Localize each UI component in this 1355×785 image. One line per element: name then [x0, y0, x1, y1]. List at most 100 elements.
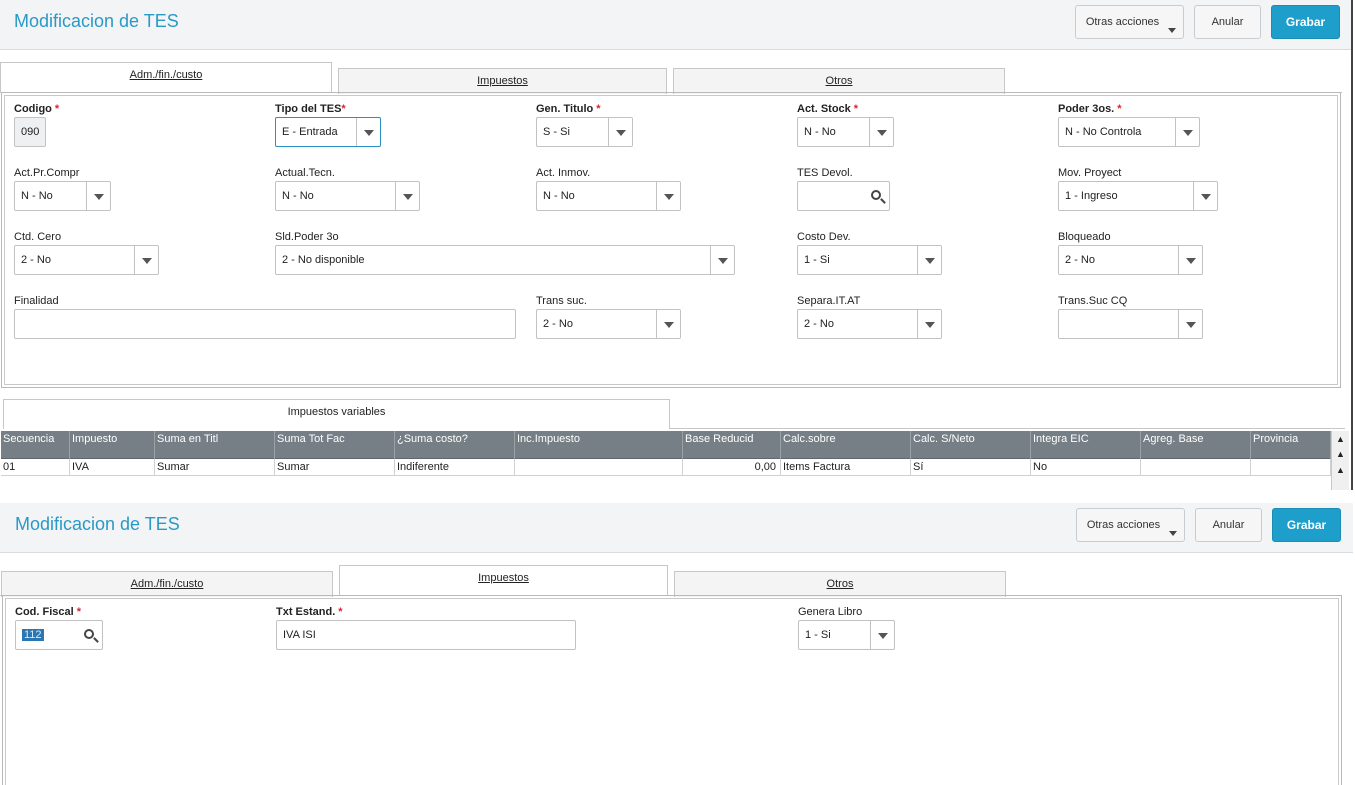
sld-poder-3o-select[interactable]: 2 - No disponible [275, 245, 735, 275]
more-actions-button[interactable]: Otras acciones [1075, 5, 1184, 39]
trans-suc-select[interactable]: 2 - No [536, 309, 681, 339]
costo-dev-label: Costo Dev. [797, 231, 851, 243]
grid-col-header[interactable]: Secuencia [1, 431, 70, 459]
grid-cell[interactable]: Sumar [155, 459, 275, 476]
chevron-down-icon[interactable] [608, 118, 632, 146]
actual-tecn-select[interactable]: N - No [275, 181, 420, 211]
chevron-down-icon[interactable] [710, 246, 734, 274]
finalidad-label: Finalidad [14, 295, 59, 307]
grid-scrollbar[interactable]: ▲ ▲ ▲ [1331, 431, 1349, 490]
separa-it-at-select[interactable]: 2 - No [797, 309, 942, 339]
scroll-top-icon[interactable]: ▲ [1333, 433, 1348, 445]
grid-cell[interactable] [515, 459, 683, 476]
tab-otros[interactable]: Otros [674, 571, 1006, 597]
cancel-button[interactable]: Anular [1194, 5, 1261, 39]
grid-cell[interactable]: IVA [70, 459, 155, 476]
grid-col-header[interactable]: Suma en Titl [155, 431, 275, 459]
trans-suc-label: Trans suc. [536, 295, 587, 307]
tab-impuestos[interactable]: Impuestos [338, 68, 667, 94]
tab-adm-fin-custo[interactable]: Adm./fin./custo [0, 62, 332, 93]
grid-col-header[interactable]: Integra EIC [1031, 431, 1141, 459]
header-bar: Modificacion de TES Otras acciones Anula… [0, 0, 1353, 50]
separa-it-at-label: Separa.IT.AT [797, 295, 861, 307]
grid-col-header[interactable]: Suma Tot Fac [275, 431, 395, 459]
chevron-down-icon[interactable] [656, 310, 680, 338]
scroll-page-up-icon[interactable]: ▲ [1333, 448, 1348, 460]
chevron-down-icon[interactable] [1178, 310, 1202, 338]
header-bar: Modificacion de TES Otras acciones Anula… [0, 503, 1353, 553]
search-icon[interactable] [84, 629, 94, 639]
tab-impuestos-variables[interactable]: Impuestos variables [3, 399, 670, 429]
chevron-down-icon[interactable] [656, 182, 680, 210]
caret-down-icon [1169, 531, 1177, 536]
window-edge [1351, 0, 1353, 490]
page-title: Modificacion de TES [14, 11, 179, 31]
costo-dev-select[interactable]: 1 - Si [797, 245, 942, 275]
grid-cell[interactable]: Items Factura [781, 459, 911, 476]
more-actions-button[interactable]: Otras acciones [1076, 508, 1185, 542]
act-inmov-label: Act. Inmov. [536, 167, 591, 179]
gen-titulo-select[interactable]: S - Si [536, 117, 633, 147]
poder-3os-label: Poder 3os. * [1058, 103, 1122, 115]
grid-col-header[interactable]: Agreg. Base [1141, 431, 1251, 459]
ctd-cero-select[interactable]: 2 - No [14, 245, 159, 275]
tab-otros[interactable]: Otros [673, 68, 1005, 94]
grid-col-header[interactable]: ¿Suma costo? [395, 431, 515, 459]
mov-proyect-label: Mov. Proyect [1058, 167, 1122, 179]
chevron-down-icon[interactable] [1193, 182, 1217, 210]
chevron-down-icon[interactable] [356, 118, 380, 146]
act-pr-compr-select[interactable]: N - No [14, 181, 111, 211]
grid-col-header[interactable]: Base Reducid [683, 431, 781, 459]
tes-form-bottom: Modificacion de TES Otras acciones Anula… [0, 500, 1353, 785]
chevron-down-icon[interactable] [870, 621, 894, 649]
grid-cell[interactable]: Sumar [275, 459, 395, 476]
ctd-cero-label: Ctd. Cero [14, 231, 62, 243]
chevron-down-icon[interactable] [869, 118, 893, 146]
trans-suc-cq-select[interactable] [1058, 309, 1203, 339]
save-button[interactable]: Grabar [1272, 508, 1341, 542]
save-button[interactable]: Grabar [1271, 5, 1340, 39]
chevron-down-icon[interactable] [134, 246, 158, 274]
tab-adm-fin-custo[interactable]: Adm./fin./custo [1, 571, 333, 597]
tes-devol-field[interactable] [797, 181, 890, 211]
chevron-down-icon[interactable] [917, 310, 941, 338]
finalidad-field[interactable] [14, 309, 516, 339]
chevron-down-icon[interactable] [86, 182, 110, 210]
act-pr-compr-label: Act.Pr.Compr [14, 167, 80, 179]
tipo-tes-select[interactable]: E - Entrada [275, 117, 381, 147]
poder-3os-select[interactable]: N - No Controla [1058, 117, 1200, 147]
chevron-down-icon[interactable] [1178, 246, 1202, 274]
grid-col-header[interactable]: Inc.Impuesto [515, 431, 683, 459]
grid-cell[interactable]: Indiferente [395, 459, 515, 476]
grid-col-header[interactable]: Calc.sobre [781, 431, 911, 459]
tes-form-top: Modificacion de TES Otras acciones Anula… [0, 0, 1353, 490]
chevron-down-icon[interactable] [1175, 118, 1199, 146]
tab-impuestos[interactable]: Impuestos [339, 565, 668, 596]
cancel-button[interactable]: Anular [1195, 508, 1262, 542]
grid-cell[interactable] [1251, 459, 1331, 476]
codigo-field[interactable]: 090 [14, 117, 46, 147]
grid-col-header[interactable]: Provincia [1251, 431, 1331, 459]
grid-cell[interactable]: 01 [1, 459, 70, 476]
genera-libro-select[interactable]: 1 - Si [798, 620, 895, 650]
txt-estand-field[interactable]: IVA ISI [276, 620, 576, 650]
scroll-up-icon[interactable]: ▲ [1333, 464, 1348, 476]
grid-cell[interactable]: No [1031, 459, 1141, 476]
grid-cell[interactable]: 0,00 [683, 459, 781, 476]
chevron-down-icon[interactable] [395, 182, 419, 210]
cod-fiscal-field[interactable]: 112 [15, 620, 103, 650]
form-area [5, 598, 1339, 785]
grid-cell[interactable]: Sí [911, 459, 1031, 476]
genera-libro-label: Genera Libro [798, 606, 863, 618]
act-inmov-select[interactable]: N - No [536, 181, 681, 211]
grid-cell[interactable] [1141, 459, 1251, 476]
mov-proyect-select[interactable]: 1 - Ingreso [1058, 181, 1218, 211]
page-title: Modificacion de TES [15, 514, 180, 534]
act-stock-select[interactable]: N - No [797, 117, 894, 147]
chevron-down-icon[interactable] [917, 246, 941, 274]
bloqueado-select[interactable]: 2 - No [1058, 245, 1203, 275]
grid-col-header[interactable]: Calc. S/Neto [911, 431, 1031, 459]
table-row[interactable]: 01 IVA Sumar Sumar Indiferente 0,00 Item… [1, 459, 1331, 476]
grid-col-header[interactable]: Impuesto [70, 431, 155, 459]
search-icon[interactable] [871, 190, 881, 200]
